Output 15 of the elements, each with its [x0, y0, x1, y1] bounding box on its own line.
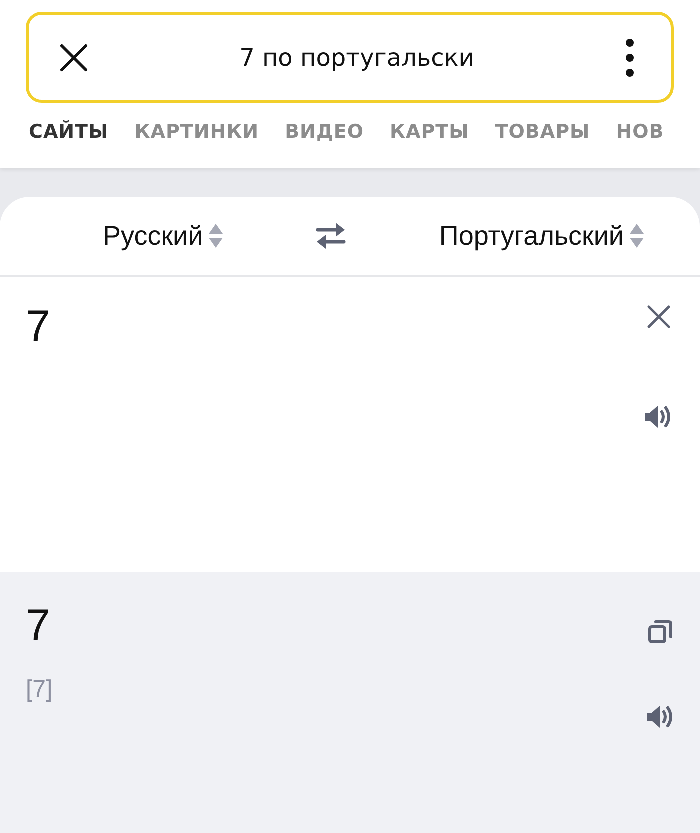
transcription-text: [7] — [26, 676, 53, 704]
sort-icon — [209, 223, 224, 249]
target-language-selector[interactable]: Португальский — [439, 220, 644, 252]
search-field[interactable]: 7 по португальски — [26, 12, 674, 103]
search-query: 7 по португальски — [238, 44, 476, 72]
menu-icon[interactable] — [625, 38, 635, 78]
search-tab[interactable]: САЙТЫ — [29, 121, 109, 143]
source-language-selector[interactable]: Русский — [103, 220, 224, 252]
swap-icon[interactable] — [315, 221, 348, 251]
close-icon[interactable] — [59, 42, 89, 72]
sort-icon — [630, 223, 644, 249]
translation-text: 7 — [26, 604, 52, 648]
close-icon[interactable] — [647, 305, 671, 329]
source-text[interactable]: 7 — [26, 305, 50, 572]
copy-icon[interactable] — [648, 619, 674, 645]
